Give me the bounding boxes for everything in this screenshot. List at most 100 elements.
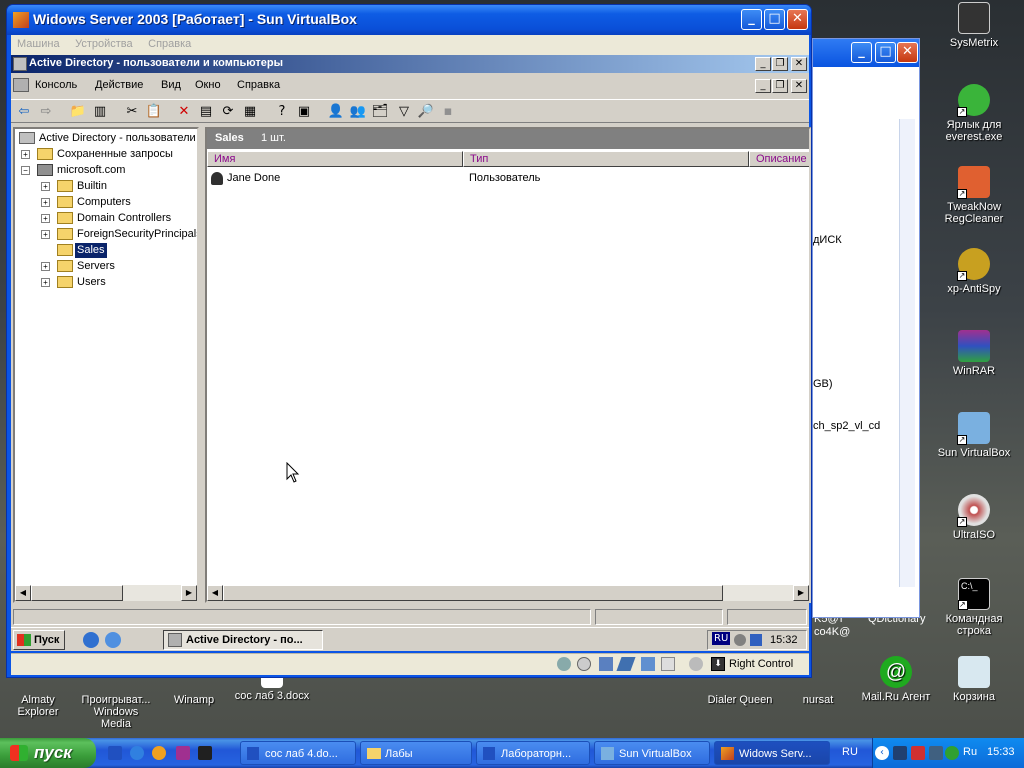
cut-icon[interactable]: ✂ [123,103,141,121]
menu-console[interactable]: Консоль [35,79,77,91]
add-to-group-icon[interactable]: ▪ [439,103,457,121]
cd-icon[interactable] [577,657,591,671]
child-restore-button[interactable]: ❐ [772,79,788,93]
minimize-button[interactable]: _ [741,9,762,30]
new-user-icon[interactable]: 👤 [327,103,345,121]
maximize-button[interactable]: □ [764,9,785,30]
refresh-icon[interactable]: ⟳ [219,103,237,121]
desktop-icon-mailru[interactable]: @ Mail.Ru Агент [858,656,934,703]
delete-icon[interactable]: ✕ [175,103,193,121]
desktop-icon-cmd[interactable]: C:\_ ↗ Командная строка [936,578,1012,637]
taskbar-item-virtualbox[interactable]: Sun VirtualBox [594,741,710,765]
display-icon[interactable] [661,657,675,671]
word-quicklaunch-icon[interactable] [108,746,122,760]
tray-expand-icon[interactable]: ‹ [875,746,889,760]
action-pane-icon[interactable]: ▣ [295,103,313,121]
child-minimize-button[interactable]: _ [755,79,771,93]
desktop-icon-ultraiso[interactable]: ↗ UltraISO [936,494,1012,541]
desktop-icon-winrar[interactable]: WinRAR [936,330,1012,377]
column-header-description[interactable]: Описание [749,151,809,167]
keyboard-capture-icon[interactable]: ⬇ [711,657,725,671]
desktop-icon-virtualbox[interactable]: ↗ Sun VirtualBox [936,412,1012,459]
virtualbox-titlebar[interactable]: Widows Server 2003 [Работает] - Sun Virt… [7,5,811,35]
game-quicklaunch-icon[interactable] [198,746,212,760]
scroll-left-icon[interactable]: ◀ [207,585,223,601]
hdd-icon[interactable] [557,657,571,671]
ie-quicklaunch-icon[interactable] [130,746,144,760]
menu-window[interactable]: Окно [195,79,221,91]
winrar-quicklaunch-icon[interactable] [176,746,190,760]
network-adapter-icon[interactable] [599,657,613,671]
guest-start-button[interactable]: Пуск [13,630,65,650]
start-button[interactable]: пуск [0,738,96,768]
help-icon[interactable]: ? [273,103,291,121]
ie-quicklaunch-icon[interactable] [83,632,99,648]
tray-messenger-icon[interactable] [945,746,959,760]
new-ou-icon[interactable]: 🗂 [371,103,389,121]
virtualbox-window[interactable]: Widows Server 2003 [Работает] - Sun Virt… [6,4,812,678]
desktop-icon-wmp[interactable]: Проигрыват... Windows Media [78,672,154,730]
expand-icon[interactable]: + [41,214,50,223]
restore-button[interactable]: ❐ [772,57,788,71]
desktop-icon-everest[interactable]: ↗ Ярлык для everest.exe [936,84,1012,143]
desktop-quicklaunch-icon[interactable] [105,632,121,648]
desktop-icon-sysmetrix[interactable]: SysMetrix [936,2,1012,49]
close-button[interactable]: ✕ [787,9,808,30]
close-button[interactable]: ✕ [897,42,918,63]
column-header-type[interactable]: Тип [463,151,749,167]
minimize-button[interactable]: _ [755,57,771,71]
forward-icon[interactable]: ⇨ [37,103,55,121]
paste-icon[interactable]: 📋 [145,103,163,121]
monitor-icon[interactable] [750,634,762,646]
tree-horizontal-scrollbar[interactable]: ◀ ▶ [15,585,197,601]
taskbar-item-labs-folder[interactable]: Лабы [360,741,472,765]
maximize-button[interactable]: □ [875,42,896,63]
table-row[interactable]: Jane Done Пользователь [211,171,801,187]
scroll-thumb[interactable] [223,585,723,601]
menu-view[interactable]: Вид [161,79,181,91]
taskbar-item-vm-window[interactable]: Widows Serv... [714,741,830,765]
expand-icon[interactable]: + [41,182,50,191]
up-folder-icon[interactable]: 📁 [69,103,87,121]
desktop-icon-tweaknow[interactable]: ↗ TweakNow RegCleaner [936,166,1012,225]
tray-monitor-icon[interactable] [893,746,907,760]
desktop-icon-recycle[interactable]: Корзина [936,656,1012,703]
tree-pane[interactable]: Active Directory - пользователи и + Сохр… [13,127,199,603]
child-close-button[interactable]: ✕ [791,79,807,93]
desktop-icon-almaty[interactable]: Almaty Explorer [0,672,76,718]
properties-icon[interactable]: ▤ [197,103,215,121]
column-header-name[interactable]: Имя [207,151,463,167]
scroll-right-icon[interactable]: ▶ [793,585,809,601]
language-indicator[interactable]: RU [842,746,858,758]
collapse-icon[interactable]: − [21,166,30,175]
mouse-integration-icon[interactable] [689,657,703,671]
media-quicklaunch-icon[interactable] [152,746,166,760]
show-tree-icon[interactable]: ▥ [91,103,109,121]
minimize-button[interactable]: _ [851,42,872,63]
taskbar-item-lab-doc[interactable]: Лабораторн... [476,741,590,765]
expand-icon[interactable]: + [41,262,50,271]
list-pane[interactable]: Sales 1 шт. Имя Тип Описание Jane Done П… [205,127,811,603]
expand-icon[interactable]: + [41,230,50,239]
background-window[interactable]: _ □ ✕ дИСК GB) ch_sp2_vl_cd [812,38,920,618]
menu-devices[interactable]: Устройства [69,35,139,53]
network-icon[interactable] [734,634,746,646]
tray-network-icon[interactable] [929,746,943,760]
menu-action[interactable]: Действие [95,79,143,91]
filter-icon[interactable]: ▽ [395,103,413,121]
menu-machine[interactable]: Машина [11,35,66,53]
mmc-titlebar[interactable]: Active Directory - пользователи и компью… [11,55,809,73]
menu-help[interactable]: Справка [142,35,197,53]
vertical-scrollbar[interactable] [899,119,915,587]
lang-indicator[interactable]: RU [712,632,731,645]
export-list-icon[interactable]: ▦ [241,103,259,121]
expand-icon[interactable]: + [41,198,50,207]
close-button[interactable]: ✕ [791,57,807,71]
guest-screen[interactable]: Active Directory - пользователи и компью… [11,55,811,651]
desktop-icon-xpantispy[interactable]: ↗ xp-AntiSpy [936,248,1012,295]
expand-icon[interactable]: + [21,150,30,159]
shared-folders-icon[interactable] [641,657,655,671]
new-group-icon[interactable]: 👥 [349,103,367,121]
scroll-thumb[interactable] [31,585,123,601]
tray-language[interactable]: Ru [963,746,977,758]
